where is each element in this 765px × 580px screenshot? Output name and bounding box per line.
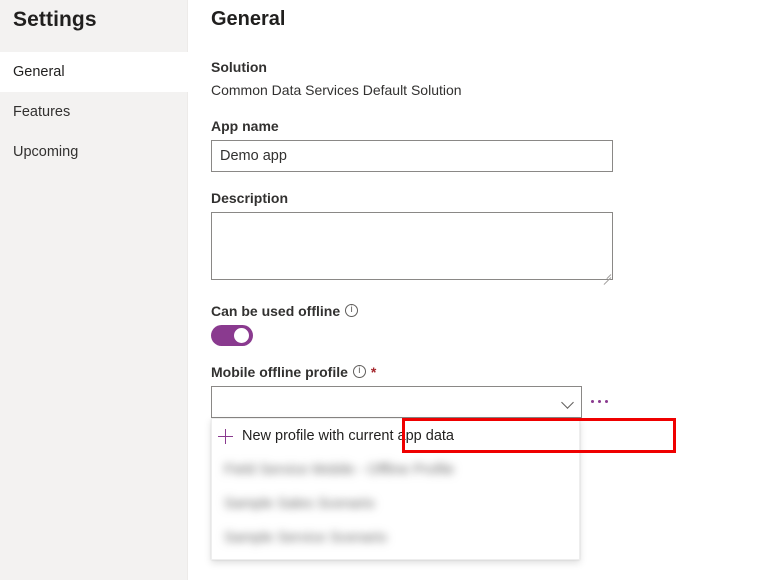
dropdown-option-label: Sample Service Scenario (224, 530, 387, 546)
sidebar-item-label: Features (13, 104, 70, 120)
ellipsis-icon[interactable] (591, 392, 613, 412)
dropdown-option-label: Sample Sales Scenario (224, 496, 375, 512)
sidebar-item-label: General (13, 64, 65, 80)
ellipsis-dot (591, 400, 594, 403)
solution-label: Solution (211, 59, 267, 75)
app-name-input[interactable] (211, 140, 613, 172)
settings-window: Settings General Features Upcoming Gener… (0, 0, 765, 580)
dropdown-option-label: Field Service Mobile - Offline Profile (224, 462, 454, 478)
dropdown-option[interactable]: Sample Service Scenario (212, 521, 579, 555)
dropdown-option-new-profile[interactable]: New profile with current app data (212, 419, 579, 453)
plus-icon (218, 429, 233, 444)
app-name-label: App name (211, 118, 279, 134)
sidebar-title: Settings (13, 8, 97, 32)
sidebar-item-label: Upcoming (13, 144, 78, 160)
chevron-down-icon[interactable] (561, 396, 574, 409)
mobile-offline-profile-label-text: Mobile offline profile (211, 364, 348, 380)
dropdown-option[interactable]: Field Service Mobile - Offline Profile (212, 453, 579, 487)
info-circle-icon[interactable] (353, 365, 366, 378)
sidebar-item-upcoming[interactable]: Upcoming (0, 132, 188, 172)
solution-value: Common Data Services Default Solution (211, 82, 462, 98)
mobile-offline-profile-label: Mobile offline profile * (211, 364, 376, 380)
dropdown-option-label: New profile with current app data (242, 419, 454, 453)
offline-toggle-label-text: Can be used offline (211, 303, 340, 319)
sidebar-nav: General Features Upcoming (0, 52, 188, 172)
info-circle-icon[interactable] (345, 304, 358, 317)
description-input[interactable] (211, 212, 613, 280)
sidebar: Settings General Features Upcoming (0, 0, 188, 580)
main-content: General Solution Common Data Services De… (189, 0, 765, 580)
sidebar-item-features[interactable]: Features (0, 92, 188, 132)
sidebar-item-general[interactable]: General (0, 52, 188, 92)
toggle-knob (234, 328, 249, 343)
ellipsis-dot (598, 400, 601, 403)
mobile-offline-profile-combobox[interactable] (211, 386, 582, 418)
dropdown-option[interactable]: Sample Sales Scenario (212, 487, 579, 521)
offline-toggle-label: Can be used offline (211, 303, 358, 319)
description-label: Description (211, 190, 288, 206)
mobile-offline-profile-dropdown: New profile with current app data Field … (211, 418, 580, 560)
offline-toggle-switch[interactable] (211, 325, 253, 346)
page-title: General (211, 8, 285, 31)
ellipsis-dot (605, 400, 608, 403)
required-asterisk: * (371, 364, 376, 380)
